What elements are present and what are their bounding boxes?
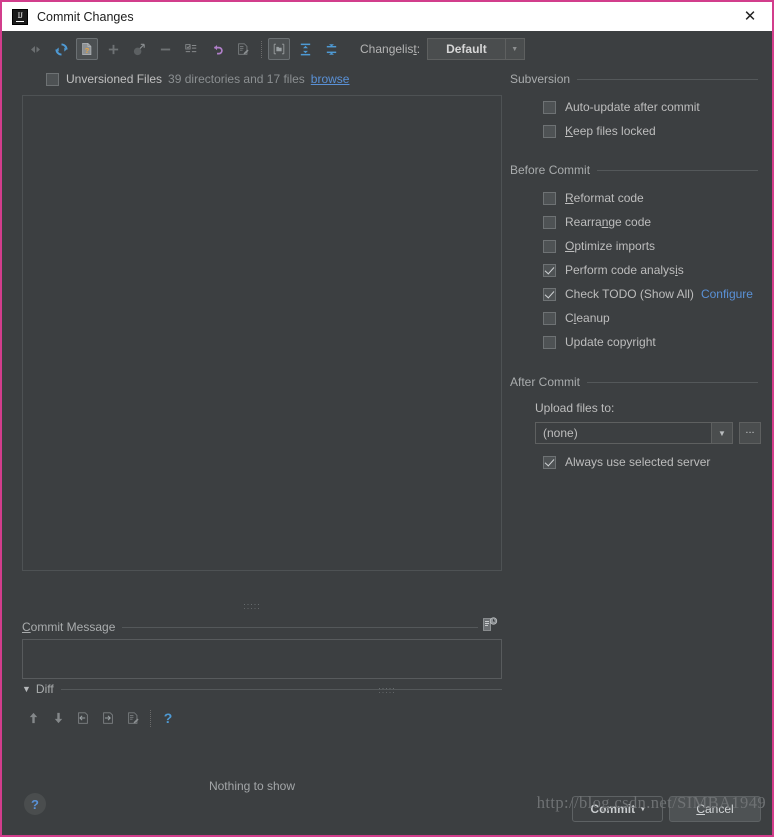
changelist-value: Default: [446, 42, 487, 56]
window-title: Commit Changes: [37, 9, 134, 24]
annotate-icon[interactable]: [232, 38, 254, 60]
group-by-directory-icon[interactable]: [268, 38, 290, 60]
perform-code-analysis-checkbox[interactable]: [543, 263, 556, 277]
subversion-section-title: Subversion: [510, 72, 758, 86]
expand-all-icon[interactable]: [294, 38, 316, 60]
optimize-imports-checkbox[interactable]: [543, 239, 556, 253]
changelist-combo[interactable]: Default ▼: [427, 38, 525, 60]
after-commit-section: After Commit Upload files to: (none) ▼ .…: [510, 375, 772, 474]
accept-left-icon[interactable]: [72, 707, 94, 729]
cleanup-row[interactable]: Cleanup: [510, 306, 772, 330]
after-commit-section-title: After Commit: [510, 375, 758, 389]
collapse-all-icon[interactable]: [320, 38, 342, 60]
upload-server-value: (none): [543, 426, 578, 440]
show-diff-icon[interactable]: [24, 38, 46, 60]
watermark: http://blog.csdn.net/SIMBA1949: [536, 793, 766, 812]
auto-update-after-commit-row[interactable]: Auto-update after commit: [510, 95, 772, 119]
upload-server-row: (none) ▼ ...: [510, 422, 772, 444]
previous-difference-icon[interactable]: [22, 707, 44, 729]
always-use-selected-server-row[interactable]: Always use selected server: [510, 450, 772, 474]
changelist-label: Changelist:: [360, 42, 421, 56]
rearrange-code-row[interactable]: Rearrange code: [510, 210, 772, 234]
check-todo-label: Check TODO (Show All): [565, 287, 694, 301]
upload-files-to-label: Upload files to:: [535, 401, 615, 415]
add-icon[interactable]: [102, 38, 124, 60]
configure-todo-link[interactable]: Configure: [701, 287, 753, 301]
svg-text:?: ?: [85, 46, 90, 55]
divider: [597, 169, 758, 171]
changes-toolbar: ? Changelist: Default ▼: [2, 31, 772, 61]
before-commit-section: Before Commit Reformat code Rearrange co…: [510, 163, 772, 354]
reformat-code-checkbox[interactable]: [543, 191, 556, 205]
update-copyright-checkbox[interactable]: [543, 335, 556, 349]
divider: [587, 381, 758, 383]
chevron-down-icon[interactable]: ▼: [711, 423, 732, 443]
close-icon[interactable]: ✕: [728, 2, 772, 31]
upload-server-combo[interactable]: (none) ▼: [535, 422, 733, 444]
keep-files-locked-checkbox[interactable]: [543, 124, 556, 138]
changed-files-panel[interactable]: [22, 95, 502, 571]
commit-options-panel: Subversion Auto-update after commit Keep…: [502, 67, 772, 835]
title-bar: Commit Changes ✕: [2, 2, 772, 31]
rearrange-code-checkbox[interactable]: [543, 215, 556, 229]
chevron-down-icon[interactable]: ▼: [22, 684, 31, 694]
left-column: Unversioned Files 39 directories and 17 …: [2, 67, 502, 835]
unversioned-files-label: Unversioned Files: [66, 72, 163, 86]
diff-splitter-handle[interactable]: :::::: [332, 686, 442, 695]
check-todo-checkbox[interactable]: [543, 287, 556, 301]
help-button[interactable]: ?: [24, 793, 46, 815]
diff-help-icon[interactable]: ?: [157, 707, 179, 729]
commit-message-input[interactable]: [22, 639, 502, 679]
dialog-body: ? Changelist: Default ▼ Unversioned File…: [2, 31, 772, 835]
commit-message-history-icon[interactable]: [482, 617, 498, 632]
cleanup-label: Cleanup: [565, 311, 610, 325]
cleanup-checkbox[interactable]: [543, 311, 556, 325]
dialog-footer: ? Commit ▾ Cancel http://blog.csdn.net/S…: [2, 783, 772, 835]
divider: [577, 78, 758, 80]
commit-changes-dialog: Commit Changes ✕: [0, 0, 774, 837]
rearrange-code-label: Rearrange code: [565, 215, 652, 229]
intellij-idea-icon: [12, 8, 28, 25]
chevron-down-icon[interactable]: ▼: [504, 39, 524, 59]
auto-update-after-commit-checkbox[interactable]: [543, 100, 556, 114]
list-item[interactable]: Unversioned Files 39 directories and 17 …: [22, 67, 502, 91]
check-todo-row[interactable]: Check TODO (Show All) Configure: [510, 282, 772, 306]
toolbar-separator: [261, 40, 263, 58]
unversioned-files-count: 39 directories and 17 files: [168, 72, 305, 86]
optimize-imports-row[interactable]: Optimize imports: [510, 234, 772, 258]
vertical-splitter-handle[interactable]: :::::: [2, 602, 502, 611]
remove-icon[interactable]: [154, 38, 176, 60]
keep-files-locked-row[interactable]: Keep files locked: [510, 119, 772, 143]
reformat-code-label: Reformat code: [565, 191, 644, 205]
accept-right-icon[interactable]: [97, 707, 119, 729]
auto-update-after-commit-label: Auto-update after commit: [565, 100, 700, 114]
subversion-section: Subversion Auto-update after commit Keep…: [510, 72, 772, 143]
unversioned-files-checkbox[interactable]: [46, 72, 59, 86]
divider: [122, 626, 478, 628]
toolbar-separator: [150, 709, 152, 727]
diff-label: Diff: [35, 682, 54, 696]
before-commit-section-title: Before Commit: [510, 163, 758, 177]
reformat-code-row[interactable]: Reformat code: [510, 186, 772, 210]
show-unversioned-files-icon[interactable]: ?: [76, 38, 98, 60]
refresh-icon[interactable]: [50, 38, 72, 60]
perform-code-analysis-label: Perform code analysis: [565, 263, 684, 277]
browse-link[interactable]: browse: [311, 72, 350, 86]
changelist-icon[interactable]: [180, 38, 202, 60]
move-to-changelist-icon[interactable]: [128, 38, 150, 60]
perform-code-analysis-row[interactable]: Perform code analysis: [510, 258, 772, 282]
optimize-imports-label: Optimize imports: [565, 239, 656, 253]
configure-servers-button[interactable]: ...: [739, 422, 761, 444]
always-use-selected-server-label: Always use selected server: [565, 455, 711, 469]
next-difference-icon[interactable]: [47, 707, 69, 729]
keep-files-locked-label: Keep files locked: [565, 124, 656, 138]
main-split: Unversioned Files 39 directories and 17 …: [2, 67, 772, 835]
commit-message-header: Commit Message: [22, 620, 478, 634]
always-use-selected-server-checkbox[interactable]: [543, 455, 556, 469]
update-copyright-label: Update copyright: [565, 335, 656, 349]
update-copyright-row[interactable]: Update copyright: [510, 330, 772, 354]
edit-source-icon[interactable]: [122, 707, 144, 729]
diff-toolbar: ?: [22, 707, 182, 729]
revert-icon[interactable]: [206, 38, 228, 60]
